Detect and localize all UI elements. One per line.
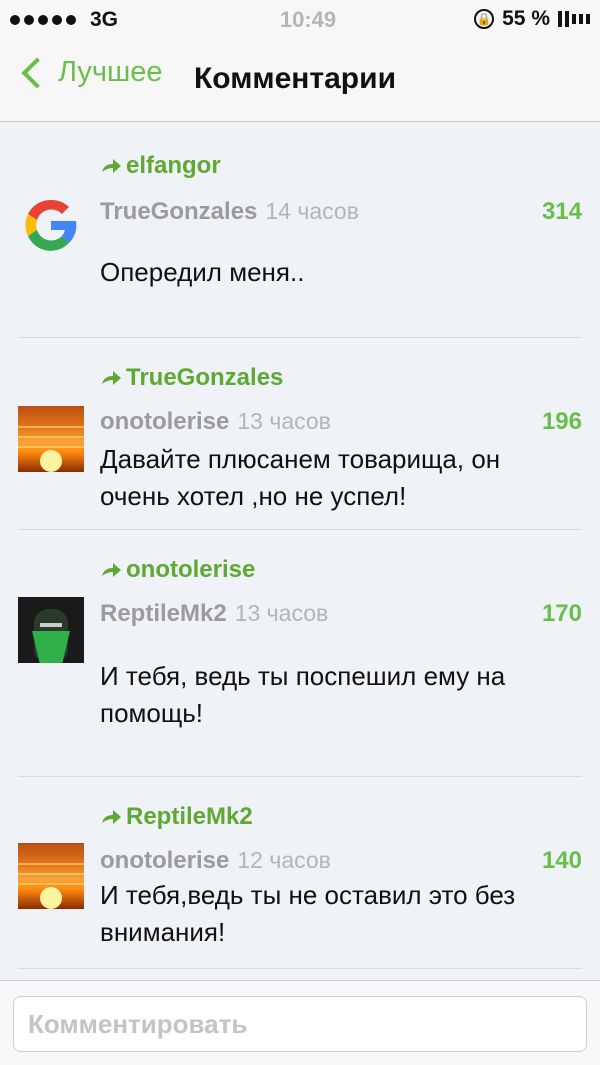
avatar[interactable] (18, 406, 84, 472)
navigation-bar: Лучшее Комментарии (0, 40, 600, 122)
avatar[interactable] (18, 597, 84, 663)
reply-arrow-icon (102, 159, 121, 173)
comment-score: 140 (541, 847, 582, 874)
reply-to-link[interactable]: TrueGonzales (100, 364, 283, 392)
reply-arrow-icon (102, 563, 121, 577)
page-title: Комментарии (194, 62, 397, 95)
comment-item: ReptileMk2 onotolerise 12 часов 140 И те… (0, 777, 600, 969)
comment-time: 14 часов (265, 198, 359, 224)
comment-text: Опередил меня.. (100, 257, 305, 287)
comment-item: TrueGonzales onotolerise 13 часов 196 Да… (0, 338, 600, 530)
author-name[interactable]: onotolerise (100, 847, 229, 875)
reply-to-link[interactable]: onotolerise (100, 556, 255, 584)
comment-time: 13 часов (237, 408, 331, 434)
reply-to-name: elfangor (126, 152, 221, 179)
chevron-left-icon (21, 56, 53, 89)
comment-time: 12 часов (237, 847, 331, 873)
comment-header: ReptileMk2 13 часов 170 (100, 600, 582, 628)
avatar[interactable] (18, 843, 84, 909)
comment-text: И тебя,ведь ты не оставил это без вниман… (100, 880, 516, 947)
battery-area: 🔒 55 % (474, 7, 590, 31)
author-name[interactable]: ReptileMk2 (100, 600, 227, 628)
comment-score: 314 (541, 198, 582, 225)
author-name[interactable]: onotolerise (100, 408, 229, 436)
avatar[interactable] (18, 192, 84, 258)
reply-to-name: onotolerise (126, 556, 256, 583)
comment-text: И тебя, ведь ты поспешил ему на помощь! (100, 661, 506, 728)
reply-arrow-icon (102, 810, 121, 824)
sunset-icon (40, 450, 62, 472)
back-label: Лучшее (58, 56, 163, 88)
sunset-icon (40, 887, 62, 909)
comment-header: onotolerise 12 часов 140 (100, 847, 582, 875)
comment-time: 13 часов (234, 600, 329, 626)
reply-arrow-icon (102, 371, 121, 385)
comment-header: onotolerise 13 часов 196 (100, 408, 582, 436)
reply-to-name: TrueGonzales (126, 364, 284, 391)
comment-text: Давайте плюсанем товарища, он очень хоте… (100, 444, 501, 511)
google-logo-icon (25, 199, 77, 251)
comment-input-bar (0, 980, 600, 1065)
comment-item: elfangor TrueGonzales 14 часов 314 Опере… (0, 122, 600, 338)
comment-input[interactable] (13, 996, 587, 1052)
back-button[interactable]: Лучшее (16, 56, 163, 89)
comment-score: 196 (541, 408, 582, 435)
comment-header: TrueGonzales 14 часов 314 (100, 198, 582, 226)
reply-to-link[interactable]: elfangor (100, 152, 221, 180)
reply-to-name: ReptileMk2 (126, 803, 253, 830)
comment-item: onotolerise ReptileMk2 13 часов 170 И те… (0, 530, 600, 777)
status-bar: 3G 10:49 🔒 55 % (0, 0, 600, 40)
comment-score: 170 (541, 600, 582, 627)
battery-icon (558, 11, 590, 27)
battery-percent: 55 % (502, 7, 550, 30)
rotation-lock-icon: 🔒 (474, 9, 495, 29)
author-name[interactable]: TrueGonzales (100, 198, 257, 226)
reply-to-link[interactable]: ReptileMk2 (100, 803, 253, 831)
divider (18, 968, 582, 969)
